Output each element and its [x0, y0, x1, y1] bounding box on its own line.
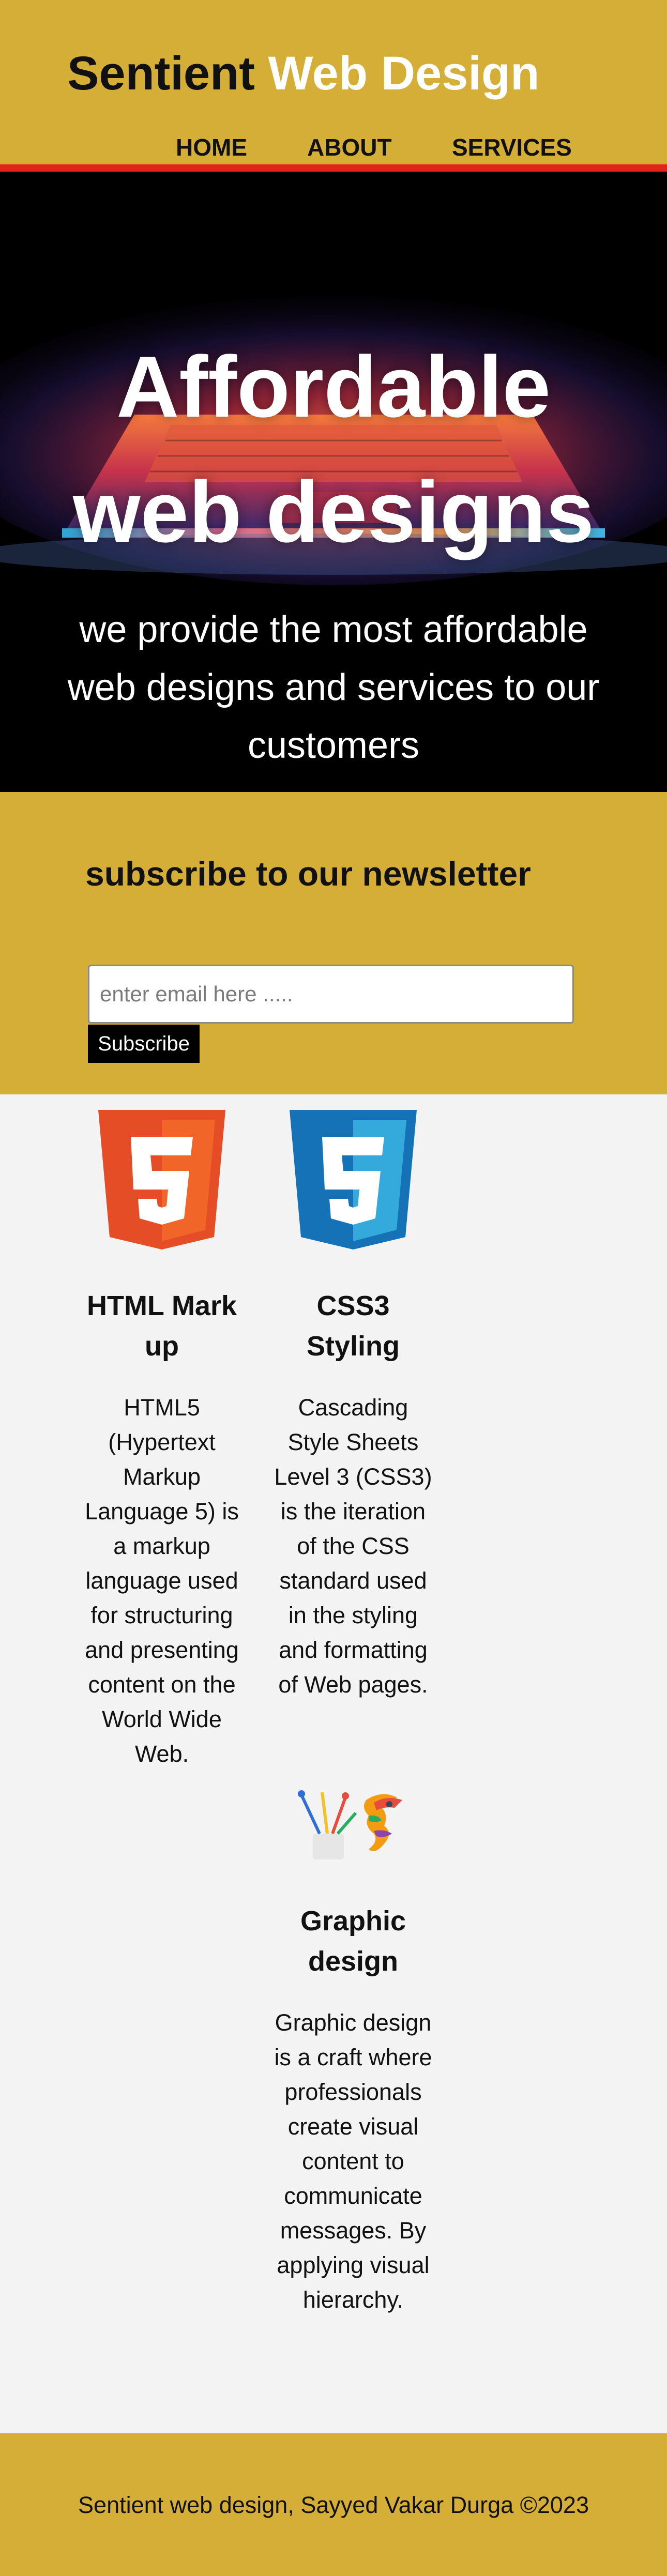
css3-logo-icon	[290, 1110, 417, 1249]
brand-logo[interactable]: Sentient Web Design	[67, 50, 539, 97]
features-section: HTML Mark up HTML5 (Hypertext Markup Lan…	[0, 1094, 667, 2433]
site-footer: Sentient web design, Sayyed Vakar Durga …	[0, 2433, 667, 2576]
hero-title-line1: Affordable	[116, 338, 551, 435]
html5-logo-icon	[98, 1110, 225, 1249]
main-nav: HOME ABOUT SERVICES	[0, 134, 667, 160]
header-divider	[0, 164, 667, 172]
hero-section: Affordable web designs we provide the mo…	[0, 172, 667, 792]
newsletter-section: subscribe to our newsletter Subscribe	[0, 792, 667, 1094]
feature-description: Graphic design is a craft where professi…	[274, 2009, 432, 2313]
hero-title: Affordable web designs	[0, 324, 667, 574]
feature-description: HTML5 (Hypertext Markup Language 5) is a…	[85, 1394, 239, 1767]
email-input[interactable]	[88, 965, 574, 1024]
subscribe-button[interactable]: Subscribe	[88, 1025, 200, 1063]
feature-title: HTML Mark up	[86, 1290, 237, 1362]
nav-home[interactable]: HOME	[176, 134, 247, 160]
feature-card-css: CSS3 Styling Cascading Style Sheets Leve…	[270, 1094, 436, 1787]
feature-card-graphic: Graphic design Graphic design is a craft…	[270, 1772, 436, 2366]
feature-title: CSS3 Styling	[306, 1290, 400, 1362]
hero-tagline: we provide the most affordable web desig…	[67, 609, 600, 766]
brand-name-part1: Sentient	[67, 47, 255, 100]
brand-name-part2: Web Design	[268, 47, 540, 100]
footer-copyright: Sentient web design, Sayyed Vakar Durga …	[78, 2492, 589, 2518]
graphic-design-icon	[298, 1790, 402, 1859]
feature-title: Graphic design	[300, 1906, 406, 1977]
feature-card-html: HTML Mark up HTML5 (Hypertext Markup Lan…	[79, 1094, 245, 1787]
site-header: Sentient Web Design HOME ABOUT SERVICES	[0, 0, 667, 165]
nav-services[interactable]: SERVICES	[452, 134, 572, 160]
newsletter-title: subscribe to our newsletter	[85, 855, 531, 893]
nav-about[interactable]: ABOUT	[307, 134, 392, 160]
hero-title-line2: web designs	[72, 463, 595, 560]
feature-description: Cascading Style Sheets Level 3 (CSS3) is…	[274, 1394, 432, 1698]
